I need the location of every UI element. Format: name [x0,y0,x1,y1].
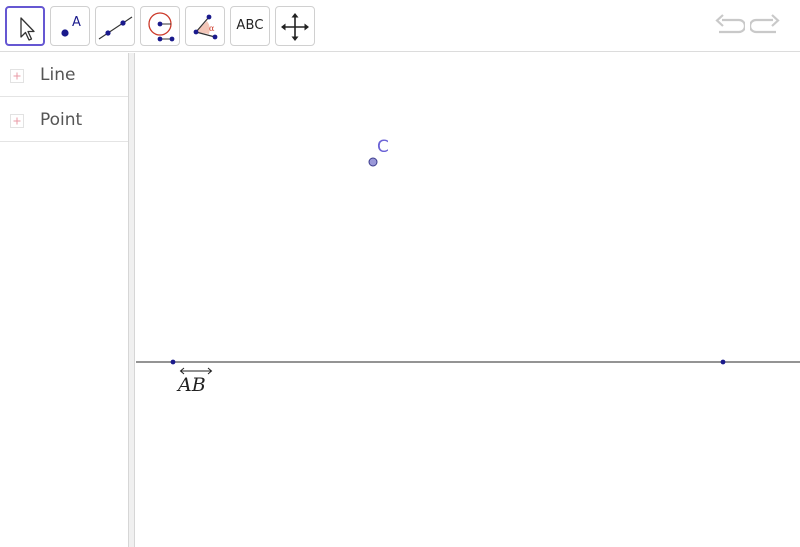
toolbar: A α ABC [0,0,800,52]
algebra-view: Line Point [0,53,128,547]
circle-center-point-icon [148,12,175,42]
point-c-label: C [377,137,389,157]
move-graphics-icon [281,13,309,41]
line-ab-label-text: AB [178,374,206,396]
graphics-view[interactable] [136,53,800,547]
algebra-group-point[interactable]: Point [0,98,128,142]
move-graphics-tool-button[interactable] [275,6,315,46]
algebra-group-line[interactable]: Line [0,53,128,97]
point-c[interactable] [368,157,378,167]
view-splitter[interactable] [128,53,135,547]
move-tool-button[interactable] [5,6,45,46]
algebra-group-label: Line [40,65,76,85]
point-tool-button[interactable]: A [50,6,90,46]
undo-button[interactable] [713,12,747,42]
redo-icon [748,14,780,34]
undo-icon [715,14,747,34]
angle-tool-button[interactable]: α [185,6,225,46]
redo-button[interactable] [748,12,782,42]
point-a[interactable] [170,359,176,365]
circle-tool-button[interactable] [140,6,180,46]
angle-icon: α [193,14,218,40]
text-tool-button[interactable]: ABC [230,6,270,46]
algebra-group-label: Point [40,110,83,130]
expand-plus-icon[interactable] [10,69,24,83]
svg-text:A: A [72,15,81,30]
point-icon: A [61,15,81,37]
line-ab-label: AB [178,367,213,396]
svg-text:α: α [209,24,215,33]
point-b[interactable] [720,359,726,365]
double-arrow-icon [179,367,213,375]
text-icon: ABC [236,18,264,33]
arrow-cursor-icon [20,17,35,41]
line-tool-button[interactable] [95,6,135,46]
expand-plus-icon[interactable] [10,114,24,128]
line-through-points-icon [98,16,133,40]
